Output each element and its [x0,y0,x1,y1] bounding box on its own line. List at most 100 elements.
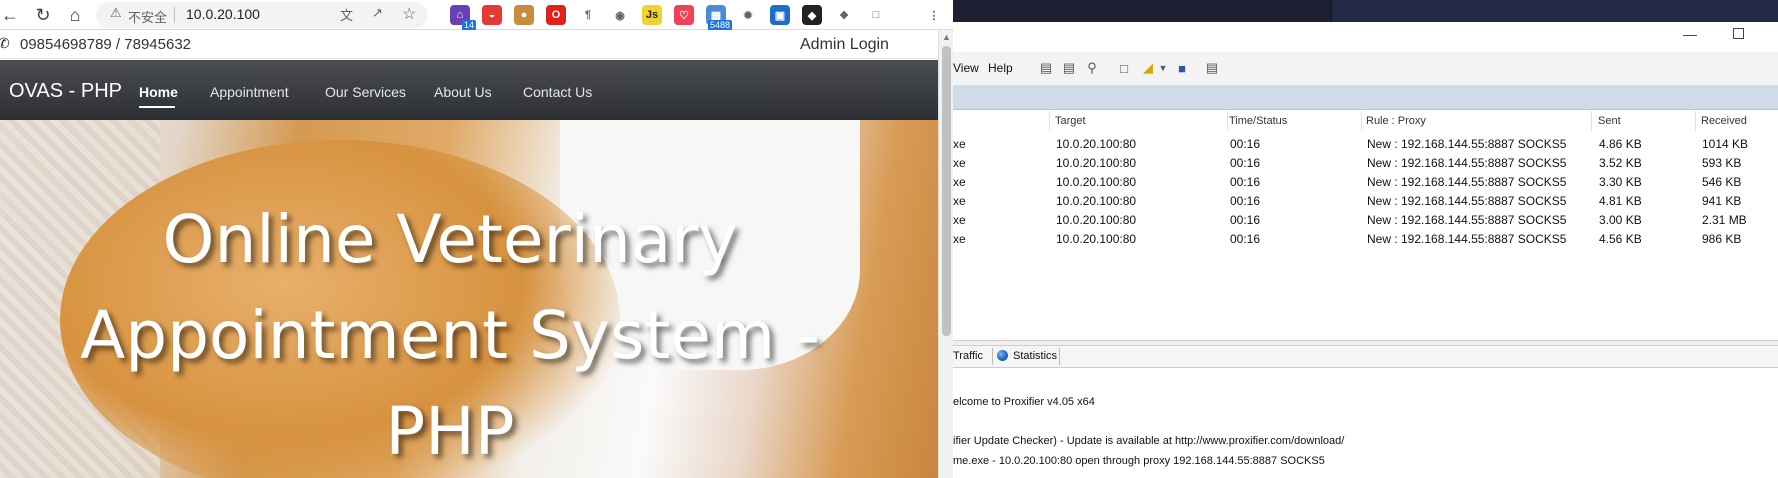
bookmark-star-icon[interactable]: ☆ [402,4,416,24]
hero-title: Online Veterinary Appointment System - P… [0,192,900,478]
log-line: me.exe - 10.0.20.100:80 open through pro… [953,455,1325,467]
hero-title-line: PHP [385,393,515,470]
reload-icon[interactable]: ↻ [30,0,56,30]
cell-time: 00:16 [1230,232,1261,246]
rules-list-icon[interactable]: ▤ [1060,59,1078,77]
cell-target: 10.0.20.100:80 [1056,213,1137,227]
maximize-icon[interactable] [1733,28,1744,39]
menu-view[interactable]: View [953,61,979,75]
cell-time: 00:16 [1230,156,1261,170]
tab-separator [1059,348,1060,365]
window-titlebar: — [953,22,1778,52]
column-separator[interactable] [1591,111,1592,131]
cell-time: 00:16 [1230,137,1261,151]
cell-rule: New : 192.168.144.55:8887 SOCKS5 [1367,213,1567,227]
dns-icon[interactable]: ⚲ [1083,59,1101,77]
ninja-icon[interactable]: ◆ [802,5,822,25]
connection-row[interactable]: xe 10.0.20.100:80 00:16 New : 192.168.14… [953,154,1778,173]
new-profile-icon[interactable]: □ [1115,59,1133,77]
graduation-cap-icon[interactable]: ⌂ 14 [450,5,476,31]
cell-time: 00:16 [1230,175,1261,189]
puzzle-icon[interactable]: ❖ [834,5,854,25]
minimize-icon[interactable]: — [1683,26,1697,42]
page-scrollbar[interactable]: ▲ [938,30,953,478]
counter-icon[interactable]: ▦ 5488 [706,5,732,31]
divider [174,7,175,23]
nav-our-services[interactable]: Our Services [325,84,406,100]
column-header-sent[interactable]: Sent [1598,115,1621,127]
column-header-rule-proxy[interactable]: Rule : Proxy [1366,115,1426,127]
nav-about-us[interactable]: About Us [434,84,492,100]
opera-icon[interactable]: O [546,5,566,25]
background-window-tab[interactable] [1331,0,1778,22]
address-bar[interactable]: ⚠ 不安全 10.0.20.100 文 ↗ ☆ [96,2,428,28]
bug-icon[interactable]: ✹ [738,5,758,25]
menu-help[interactable]: Help [988,61,1013,75]
connection-row[interactable]: xe 10.0.20.100:80 00:16 New : 192.168.14… [953,230,1778,249]
connection-row[interactable]: xe 10.0.20.100:80 00:16 New : 192.168.14… [953,211,1778,230]
cell-sent: 3.52 KB [1599,156,1642,170]
cell-application: xe [953,232,966,246]
column-separator[interactable] [1361,111,1362,131]
nav-home[interactable]: Home [139,84,178,100]
proxifier-toolbar: View Help ▤ ▤ ⚲ □ ◢ ▼ ■ ▤ [953,52,1778,86]
scroll-up-icon[interactable]: ▲ [942,32,951,42]
clipboard-icon[interactable]: ▤ [1203,59,1221,77]
column-header-time-status[interactable]: Time/Status [1229,115,1287,127]
chevron-down-icon[interactable]: ▼ [1154,59,1172,77]
cookie-icon[interactable]: ● [514,5,534,25]
tab-traffic[interactable]: Traffic [953,350,983,362]
column-header-target[interactable]: Target [1055,115,1086,127]
connection-row[interactable]: xe 10.0.20.100:80 00:16 New : 192.168.14… [953,135,1778,154]
cell-sent: 4.86 KB [1599,137,1642,151]
pilcrow-icon[interactable]: ¶ [578,5,598,25]
js-icon[interactable]: Js [642,5,662,25]
translate-icon[interactable]: ▣ [770,5,790,25]
sidepanel-icon[interactable]: □ [866,5,886,25]
cell-target: 10.0.20.100:80 [1056,137,1137,151]
menu-icon[interactable]: ⋮ [924,5,944,25]
scrollbar-thumb[interactable] [942,46,951,336]
pokeball-icon[interactable]: ◒ [482,5,502,25]
server-list-icon[interactable]: ▤ [1037,59,1055,77]
save-icon[interactable]: ■ [1173,59,1191,77]
cell-sent: 4.56 KB [1599,232,1642,246]
nav-appointment[interactable]: Appointment [210,84,289,100]
phone-number: 09854698789 / 78945632 [20,36,192,53]
cell-application: xe [953,194,966,208]
phone-icon: ✆ [0,35,10,51]
home-icon[interactable]: ⌂ [62,0,88,30]
column-separator[interactable] [1227,111,1228,131]
cell-sent: 3.00 KB [1599,213,1642,227]
tab-separator [992,348,993,365]
translate-page-icon[interactable]: 文 [340,5,353,24]
connection-row[interactable]: xe 10.0.20.100:80 00:16 New : 192.168.14… [953,192,1778,211]
cell-rule: New : 192.168.144.55:8887 SOCKS5 [1367,137,1567,151]
arrow-left-icon[interactable]: ← [0,0,20,30]
active-nav-underline [139,106,175,108]
warning-icon[interactable]: ⚠ [110,5,122,21]
cell-received: 986 KB [1702,232,1742,246]
column-separator[interactable] [1049,111,1050,131]
security-label[interactable]: 不安全 [128,7,167,26]
connection-row[interactable]: xe 10.0.20.100:80 00:16 New : 192.168.14… [953,173,1778,192]
share-icon[interactable]: ↗ [372,5,383,21]
cell-rule: New : 192.168.144.55:8887 SOCKS5 [1367,232,1567,246]
site-brand[interactable]: OVAS - PHP [9,80,122,103]
cell-application: xe [953,213,966,227]
globe-icon [997,350,1008,361]
nav-contact-us[interactable]: Contact Us [523,84,592,100]
eye-icon[interactable]: ◉ [610,5,630,25]
cell-received: 1014 KB [1702,137,1749,151]
column-separator[interactable] [1695,111,1696,131]
url-text[interactable]: 10.0.20.100 [186,6,260,22]
column-header-received[interactable]: Received [1701,115,1747,127]
tab-statistics[interactable]: Statistics [1013,350,1057,362]
admin-login-link[interactable]: Admin Login [800,36,889,54]
cell-time: 00:16 [1230,194,1261,208]
connections-header-bar [953,86,1778,110]
hero-title-line: Appointment System - [80,297,820,374]
cell-target: 10.0.20.100:80 [1056,175,1137,189]
pocket-icon[interactable]: ♡ [674,5,694,25]
cell-application: xe [953,137,966,151]
